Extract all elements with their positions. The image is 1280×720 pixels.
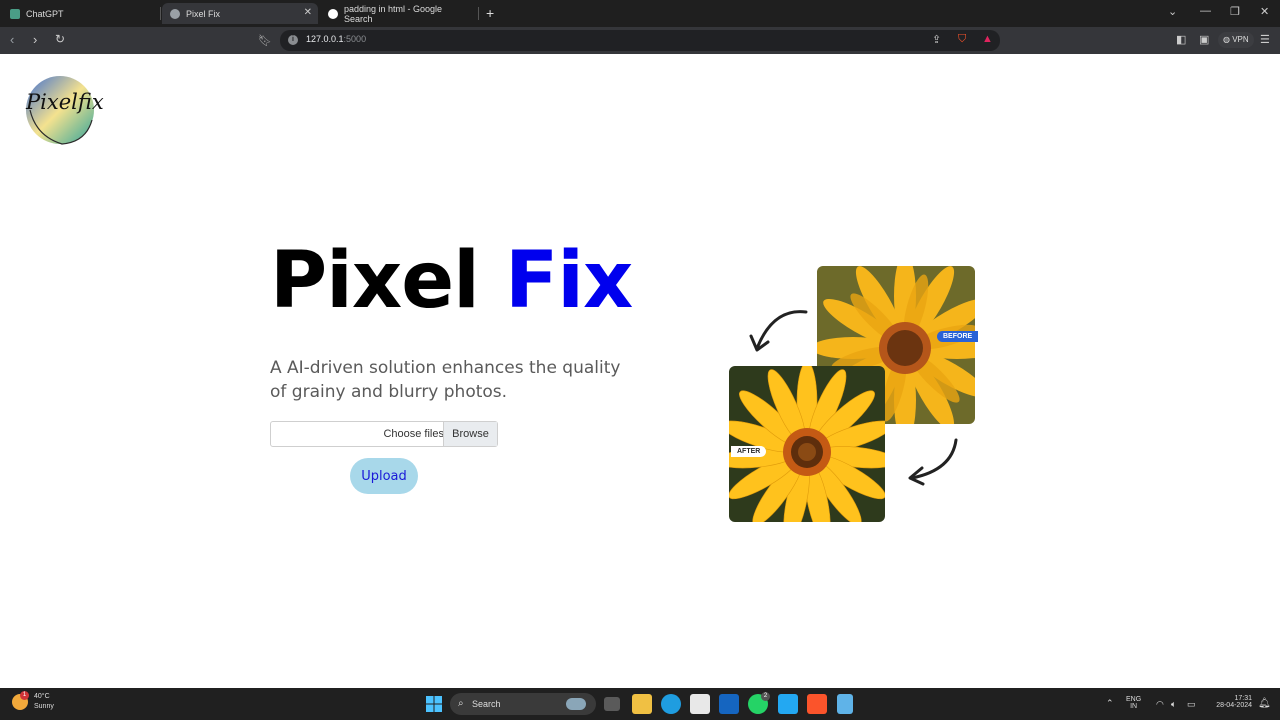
brave-rewards-icon[interactable]: ▲ [982, 33, 993, 45]
tab-title: ChatGPT [26, 8, 64, 19]
curved-arrow-icon [749, 310, 808, 352]
tagline: A AI-driven solution enhances the qualit… [270, 358, 621, 402]
tray-chevron-icon[interactable]: ⌃ [1106, 698, 1114, 709]
file-explorer-icon[interactable] [632, 694, 652, 714]
choose-files-label[interactable]: Choose files [271, 422, 444, 446]
lang-line2: IN [1130, 703, 1138, 710]
search-highlight-icon [566, 698, 586, 710]
bookmark-icon[interactable]: 🔖︎ [258, 34, 272, 47]
edge-icon[interactable] [661, 694, 681, 714]
tab-title: padding in html - Google Search [344, 3, 443, 24]
search-icon: ⌕ [458, 698, 464, 709]
sidebar-icon[interactable]: ◧ [1176, 33, 1186, 46]
sun-icon: 1 [12, 691, 29, 710]
tab-google-search[interactable]: padding in html - Google Search [320, 3, 479, 24]
tab-pixel-fix[interactable]: Pixel Fix ✕ [162, 3, 318, 24]
clock-time: 17:31 [1234, 695, 1252, 702]
google-icon [328, 8, 338, 19]
microsoft-store-icon[interactable] [690, 694, 710, 714]
globe-icon [170, 8, 180, 19]
chatgpt-icon [10, 8, 20, 19]
weather-widget[interactable]: 1 40°C Sunny [12, 691, 54, 712]
after-tag: AFTER [731, 446, 767, 457]
title-fix: Fix [505, 236, 633, 326]
search-label: Search [472, 699, 501, 709]
weather-temp: 40°C [34, 693, 50, 700]
weather-desc: Sunny [34, 703, 54, 710]
wallet-icon[interactable]: ▣ [1199, 33, 1209, 46]
site-info-icon[interactable]: i [288, 35, 298, 45]
clock-date: 28-04-2024 [1216, 702, 1252, 709]
url-text: 127.0.0.1:5000 [306, 34, 367, 44]
outlook-icon[interactable] [719, 694, 739, 714]
weather-badge: 1 [20, 691, 29, 700]
upload-button[interactable]: Upload [350, 458, 418, 494]
restore-icon[interactable]: ❐ [1230, 5, 1240, 18]
pixelfix-logo[interactable]: Pixelfix [22, 74, 106, 148]
browse-button[interactable]: Browse [443, 422, 497, 446]
close-tab-icon[interactable]: ✕ [304, 7, 312, 18]
new-tab-icon[interactable]: + [486, 5, 494, 21]
browser-tab-bar: ChatGPT Pixel Fix ✕ padding in html - Go… [0, 0, 1280, 27]
vscode-icon[interactable] [778, 694, 798, 714]
volume-icon[interactable]: 🔈︎ [1171, 699, 1176, 710]
curved-arrow-icon [908, 438, 958, 486]
file-input[interactable]: Choose files Browse [270, 421, 498, 447]
language-indicator[interactable]: ENG IN [1126, 696, 1141, 710]
before-tag: BEFORE [937, 331, 979, 342]
brave-shield-icon[interactable]: ⛉ [958, 33, 966, 46]
back-icon[interactable]: ‹ [10, 32, 14, 47]
after-image [729, 366, 885, 522]
taskbar-search[interactable]: ⌕ Search [450, 693, 596, 715]
logo-text: Pixelfix [26, 90, 104, 114]
tab-chatgpt[interactable]: ChatGPT [2, 3, 161, 24]
notepad-icon[interactable] [837, 694, 853, 714]
tab-title: Pixel Fix [186, 8, 221, 19]
title-pixel: Pixel [270, 236, 480, 326]
close-window-icon[interactable]: ✕ [1260, 5, 1269, 18]
windows-taskbar: 1 40°C Sunny ⌕ Search 2 ⌃ ENG IN ◠ 🔈︎ ▭ … [0, 688, 1280, 720]
brave-icon[interactable] [807, 694, 827, 714]
forward-icon[interactable]: › [33, 32, 37, 47]
minimize-icon[interactable]: — [1200, 5, 1211, 17]
tab-search-chevron-icon[interactable]: ⌄ [1168, 5, 1177, 18]
windows-start-icon[interactable] [424, 694, 444, 714]
menu-icon[interactable]: ☰ [1260, 33, 1270, 46]
task-view-icon[interactable] [604, 697, 620, 711]
tab-divider [478, 7, 479, 20]
clock[interactable]: 17:31 28-04-2024 [1208, 695, 1252, 709]
notification-bell-icon[interactable]: 🔔︎ [1258, 698, 1271, 709]
reload-icon[interactable]: ↻ [55, 32, 65, 46]
wifi-icon[interactable]: ◠ [1156, 699, 1164, 710]
browser-toolbar: ‹ › ↻ 🔖︎ i 127.0.0.1:5000 ⇪ ⛉ ▲ ◧ ▣ ◍ VP… [0, 27, 1280, 54]
address-bar[interactable]: 🔖︎ i 127.0.0.1:5000 ⇪ ⛉ ▲ [258, 30, 1000, 51]
vpn-button[interactable]: ◍ VPN [1218, 32, 1254, 48]
page-title: Pixel Fix [270, 236, 633, 326]
battery-icon[interactable]: ▭ [1187, 699, 1196, 710]
tab-divider [160, 7, 161, 20]
share-icon[interactable]: ⇪ [932, 33, 941, 46]
whatsapp-badge: 2 [761, 692, 770, 701]
lang-line1: ENG [1126, 696, 1142, 703]
